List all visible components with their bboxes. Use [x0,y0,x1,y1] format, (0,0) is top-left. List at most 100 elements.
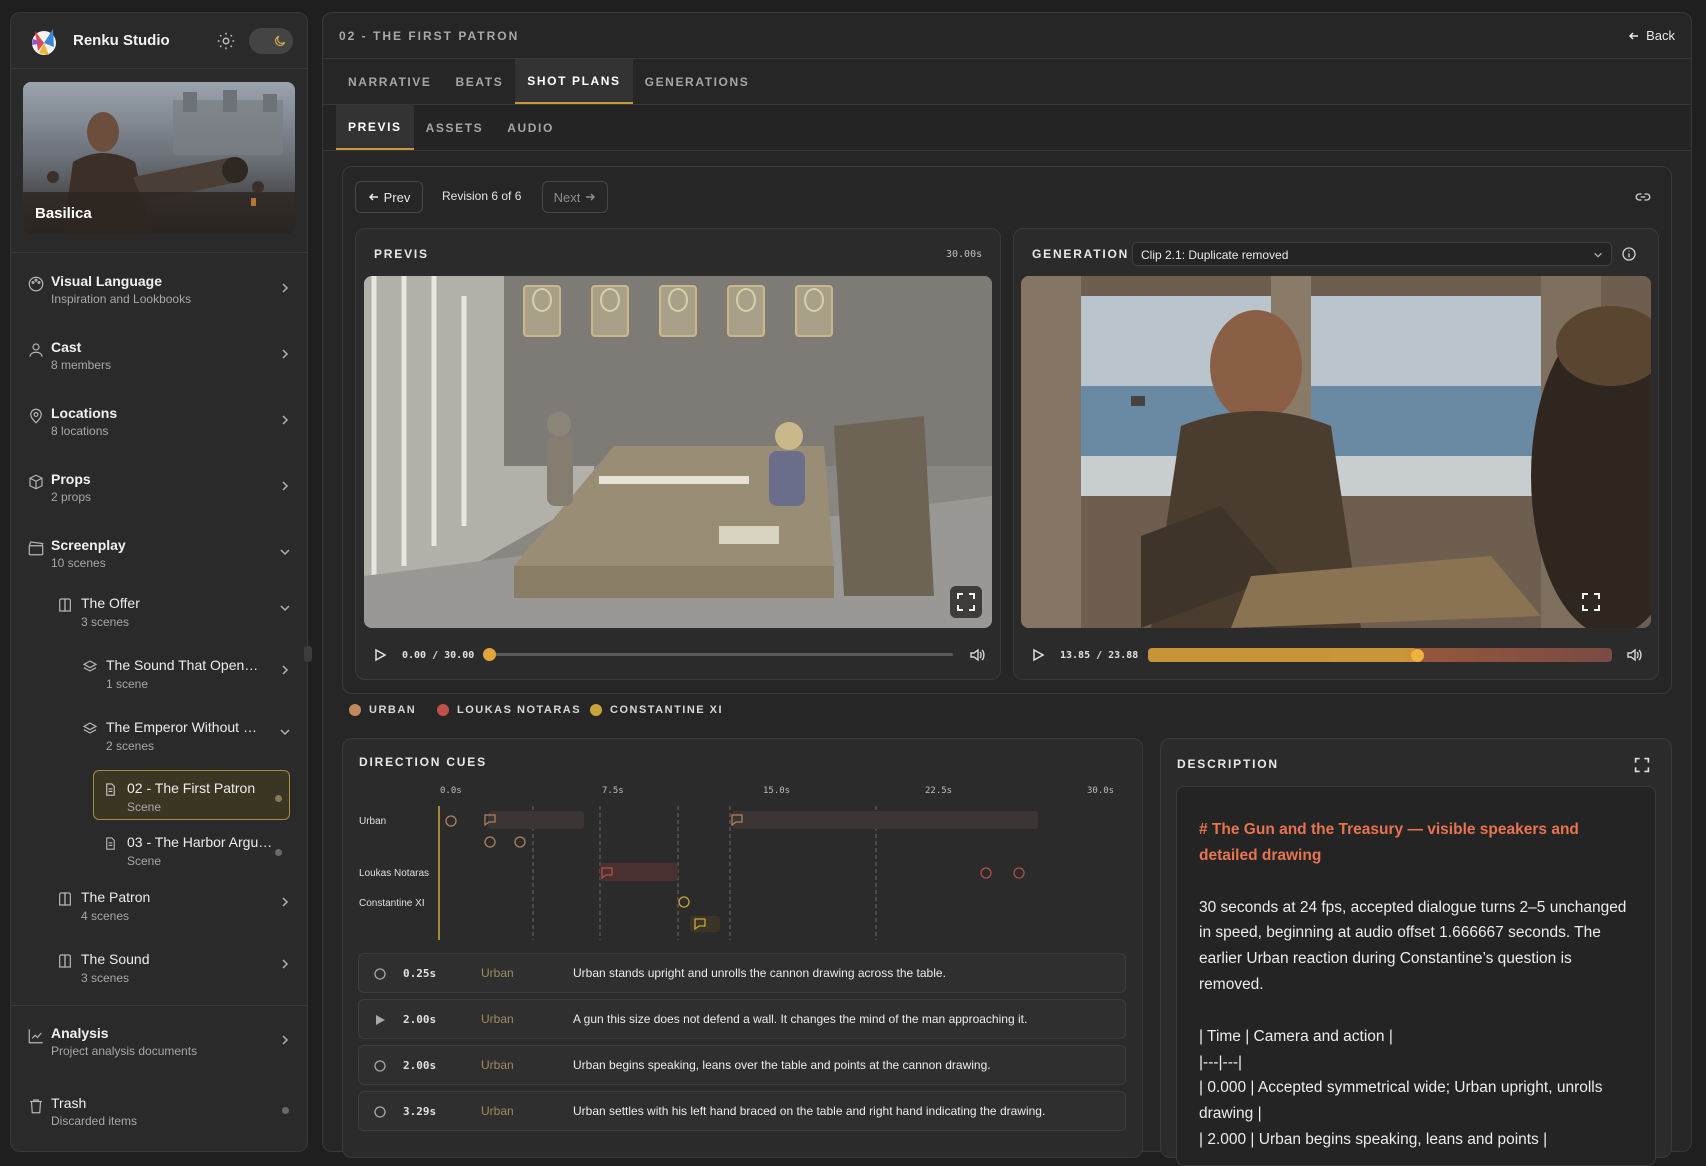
scene-item-03-the-harbor-argument[interactable]: 03 - The Harbor Argu… Scene [103,834,293,882]
cue-time: 2.00s [403,1059,437,1072]
chevron-right-icon [279,479,291,491]
generation-video[interactable] [1021,276,1651,628]
scene-item-02-the-first-patron[interactable]: 02 - The First Patron Scene [103,780,293,828]
circle-icon [373,967,387,981]
previs-video[interactable] [364,276,992,628]
next-revision-button[interactable]: Next [542,181,608,213]
act-item-the-sound[interactable]: The Sound 3 scenes [57,951,297,999]
back-button[interactable]: Back [1628,28,1675,43]
tab-generations[interactable]: GENERATIONS [633,59,762,104]
prev-revision-button[interactable]: Prev [355,181,423,213]
volume-icon[interactable] [969,648,985,667]
tab-beats[interactable]: BEATS [444,59,516,104]
status-dot [282,1107,289,1114]
description-title: DESCRIPTION [1177,757,1279,771]
description-content[interactable]: # The Gun and the Treasury — visible spe… [1176,786,1656,1166]
book-icon [57,891,73,907]
main-tabs: NARRATIVE BEATS SHOT PLANS GENERATIONS [323,59,1691,105]
status-dot [275,795,282,802]
tab-narrative[interactable]: NARRATIVE [336,59,444,104]
act-label: The Sound [81,951,150,967]
play-icon[interactable] [1031,648,1045,667]
tab-shot-plans[interactable]: SHOT PLANS [515,59,633,104]
settings-gear-icon[interactable] [215,30,237,52]
sequence-item-the-emperor-without[interactable]: The Emperor Without … 2 scenes [82,719,297,767]
info-icon[interactable] [1621,246,1637,267]
cue-timeline[interactable]: 0.0s 7.5s 15.0s 22.5s 30.0s Urban Loukas… [358,784,1126,944]
file-text-icon [103,836,119,852]
legend-label: URBAN [369,704,417,716]
theme-toggle[interactable] [249,27,293,54]
previs-frame-image [364,276,992,628]
act-sub: 4 scenes [81,909,130,923]
chevron-down-icon [279,601,291,613]
cue-text: Urban settles with his left hand braced … [573,1104,1046,1118]
timeline-graph [438,806,1038,940]
user-icon [27,341,45,359]
sequence-item-the-sound-that-opens[interactable]: The Sound That Open… 1 scene [82,657,297,705]
fullscreen-icon[interactable] [1575,586,1607,618]
sidebar-item-props[interactable]: Props 2 props [11,469,307,519]
act-item-the-patron[interactable]: The Patron 4 scenes [57,889,297,937]
cue-row[interactable]: 2.00s Urban Urban begins speaking, leans… [358,1045,1126,1085]
description-paragraph: 30 seconds at 24 fps, accepted dialogue … [1199,898,1627,993]
fullscreen-icon[interactable] [950,586,982,618]
subtab-previs[interactable]: PREVIS [336,105,414,150]
cue-text: Urban begins speaking, leans over the ta… [573,1058,991,1072]
description-line: | 0.000 | Accepted symmetrical wide; Urb… [1199,1079,1603,1123]
project-card[interactable]: Basilica [23,82,295,234]
previs-scrubber-knob[interactable] [483,648,496,661]
chevron-right-icon [279,957,291,969]
revision-indicator: Revision 6 of 6 [442,189,522,203]
sidebar-item-sub: Discarded items [51,1114,138,1128]
sequence-label: The Emperor Without … [106,719,257,735]
sidebar-item-visual-language[interactable]: Visual Language Inspiration and Lookbook… [11,271,307,321]
back-label: Back [1646,28,1675,43]
layers-icon [82,721,98,737]
sidebar-resize-handle[interactable] [304,646,312,662]
moon-icon [270,31,290,51]
play-icon[interactable] [373,648,387,667]
act-item-the-offer[interactable]: The Offer 3 scenes [57,595,297,643]
subtab-assets[interactable]: ASSETS [414,105,496,150]
previs-scrubber[interactable] [483,648,953,661]
palette-icon [27,275,45,293]
previs-time: 0.00 / 30.00 [402,650,475,661]
sidebar-item-analysis[interactable]: Analysis Project analysis documents [11,1023,307,1073]
cue-row[interactable]: 0.25s Urban Urban stands upright and unr… [358,953,1126,993]
cue-row[interactable]: 2.00s Urban A gun this size does not def… [358,999,1126,1039]
subtab-audio[interactable]: AUDIO [495,105,566,150]
cue-time: 3.29s [403,1105,437,1118]
sidebar-item-sub: Inspiration and Lookbooks [51,292,192,306]
sidebar-divider [11,252,307,253]
sidebar-item-label: Props [51,471,91,487]
clip-select[interactable]: Clip 2.1: Duplicate removed [1132,242,1612,266]
sidebar-item-trash[interactable]: Trash Discarded items [11,1093,307,1143]
box-icon [27,473,45,491]
link-icon[interactable] [1634,188,1652,211]
sidebar-item-screenplay[interactable]: Screenplay 10 scenes [11,535,307,585]
sidebar-header: Renku Studio [11,13,307,69]
sidebar-item-cast[interactable]: Cast 8 members [11,337,307,387]
sidebar-item-label: Locations [51,405,118,421]
cue-row[interactable]: 3.29s Urban Urban settles with his left … [358,1091,1126,1131]
cue-text: Urban stands upright and unrolls the can… [573,966,946,980]
file-text-icon [103,782,119,798]
generation-scrubber-knob[interactable] [1411,649,1425,662]
sidebar-divider [11,1005,307,1006]
expand-icon[interactable] [1634,757,1650,778]
description-heading: # The Gun and the Treasury — visible spe… [1199,821,1579,864]
trash-icon [27,1097,45,1115]
legend-urban: URBAN [349,704,416,716]
sidebar-item-locations[interactable]: Locations 8 locations [11,403,307,453]
volume-icon[interactable] [1626,648,1642,667]
cue-speaker: Urban [481,1012,514,1026]
generation-time: 13.85 / 23.88 [1060,650,1139,661]
generation-scrubber[interactable] [1148,648,1612,662]
cue-time: 0.25s [403,967,437,980]
chevron-down-icon [1594,252,1602,258]
sidebar-item-label: Trash [51,1095,87,1111]
act-label: The Patron [81,889,151,905]
description-line: | Time | Camera and action | [1199,1027,1393,1045]
chevron-down-icon [279,545,291,557]
